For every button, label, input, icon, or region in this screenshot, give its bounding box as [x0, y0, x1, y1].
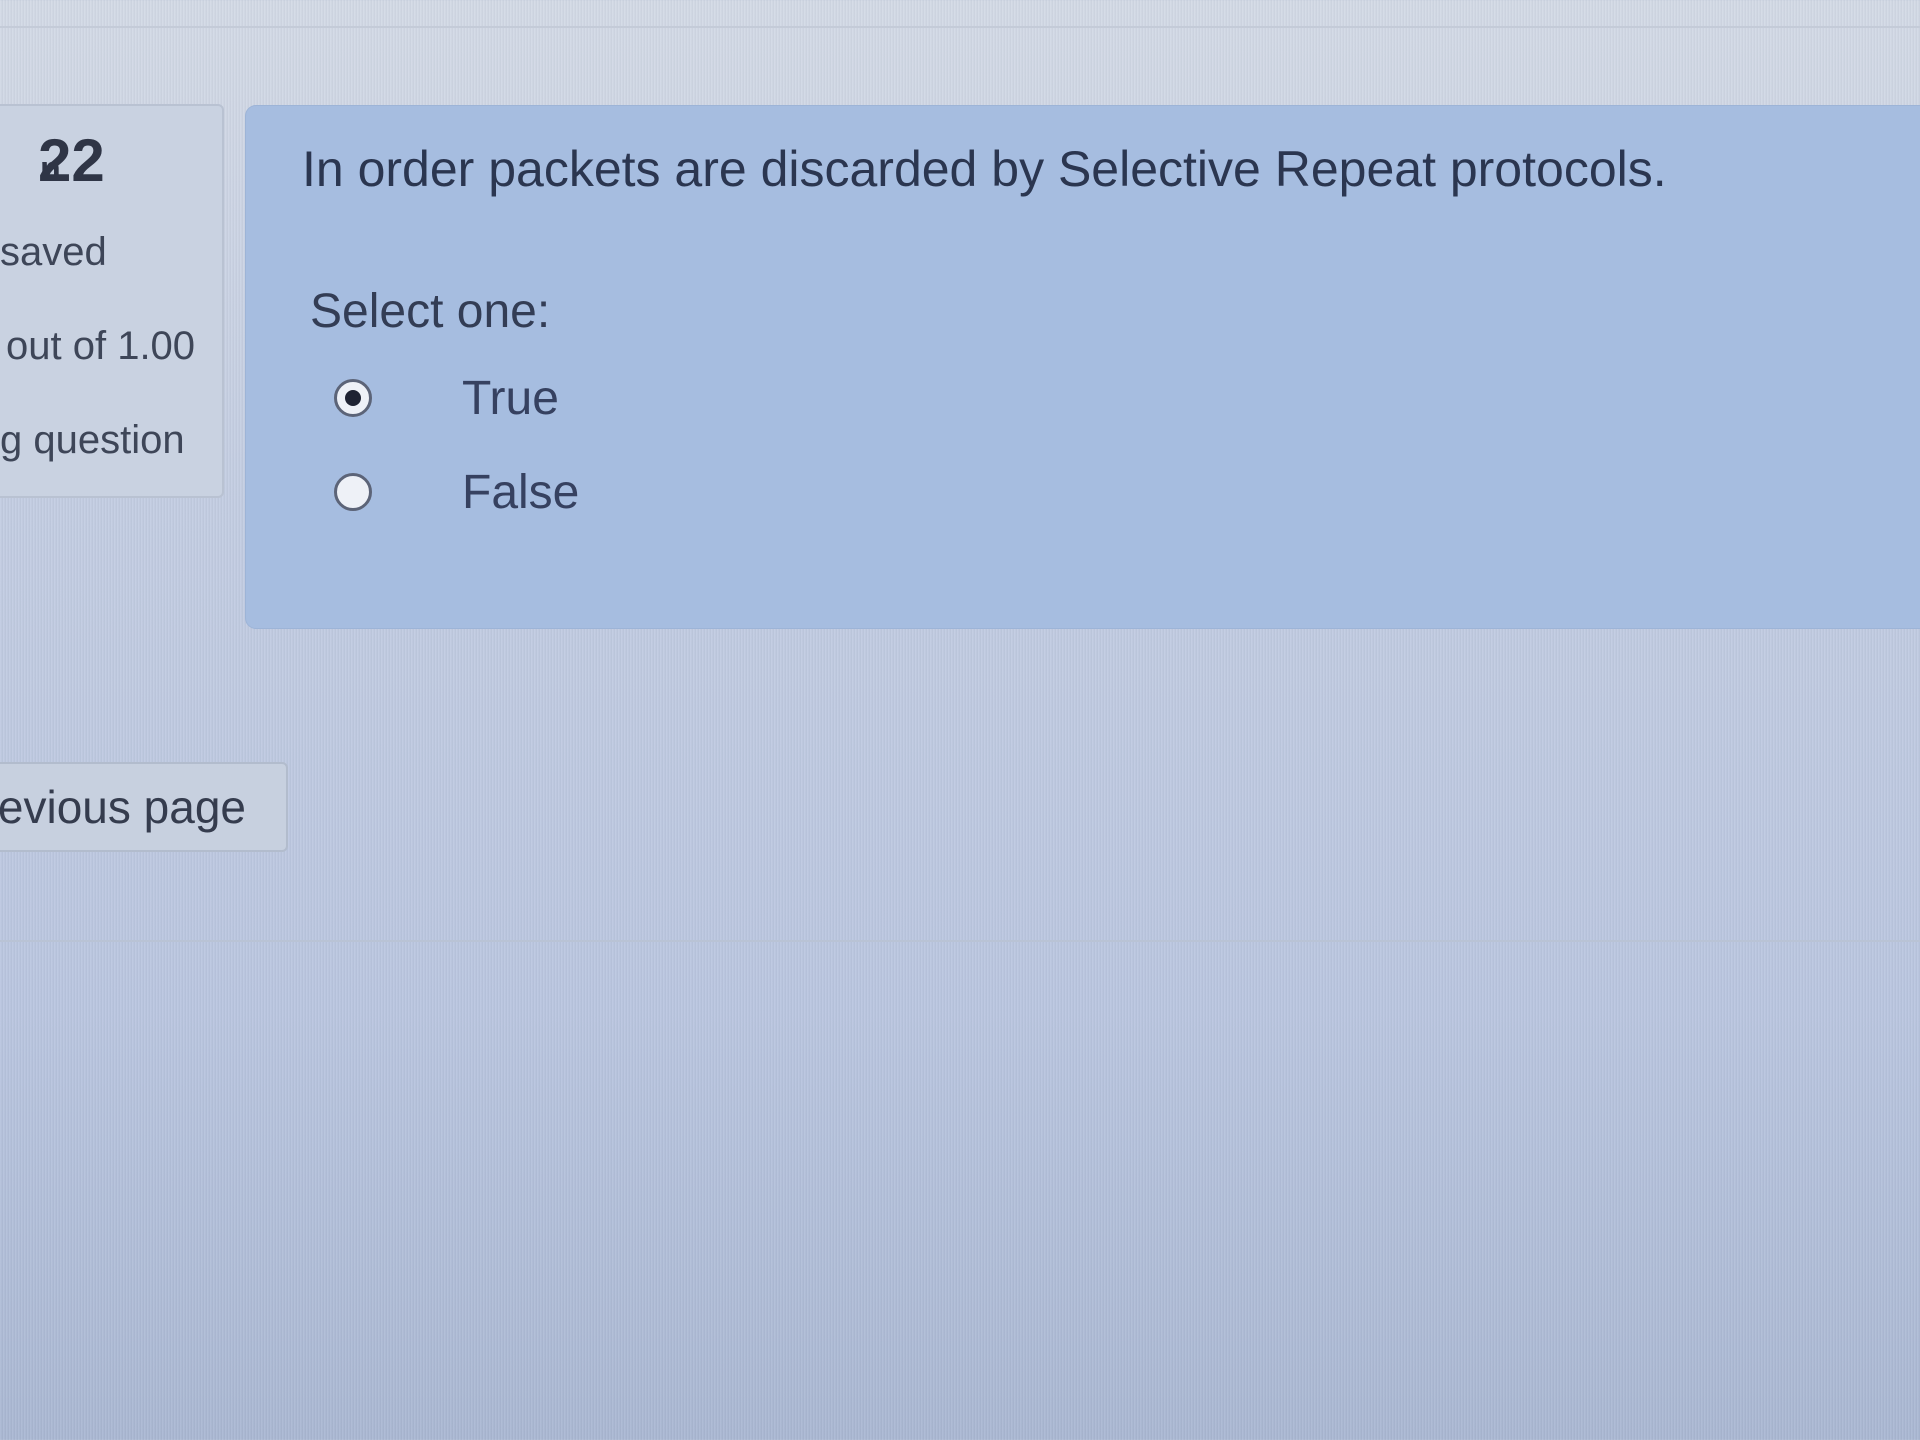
- top-divider: [0, 26, 1920, 28]
- answer-option-true[interactable]: True: [334, 370, 559, 426]
- previous-page-button[interactable]: evious page: [0, 762, 288, 852]
- radio-selected-dot: [345, 390, 361, 406]
- bottom-divider: [0, 940, 1920, 942]
- answer-prompt: Select one:: [310, 285, 551, 338]
- flag-question-link[interactable]: g question: [0, 418, 185, 463]
- question-number: 22: [38, 127, 105, 194]
- answer-option-false[interactable]: False: [334, 464, 579, 520]
- answer-label-false: False: [462, 465, 580, 519]
- radio-button-true[interactable]: [334, 379, 372, 417]
- radio-button-false[interactable]: [334, 473, 372, 511]
- question-text: In order packets are discarded by Select…: [302, 141, 1667, 197]
- answer-label-true: True: [462, 371, 559, 425]
- question-status: saved: [0, 230, 107, 274]
- question-mark: out of 1.00: [6, 324, 196, 368]
